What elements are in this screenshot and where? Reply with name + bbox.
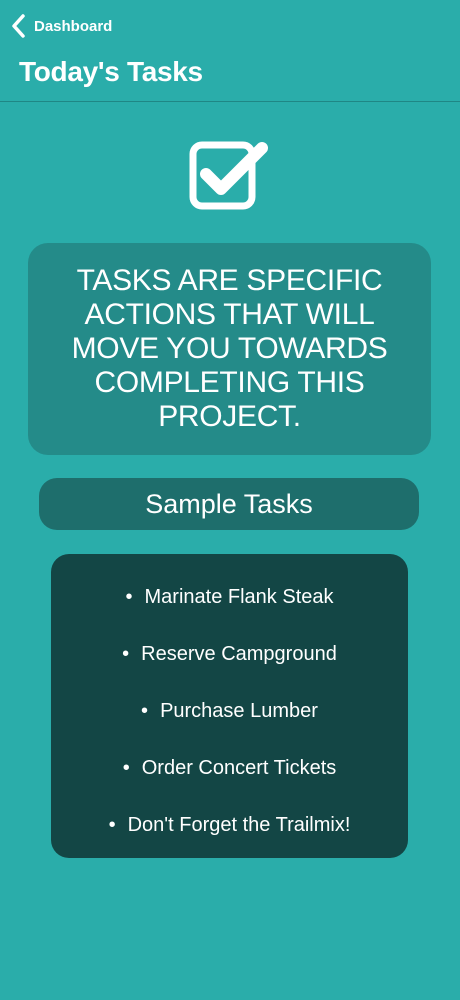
task-label: Don't Forget the Trailmix!	[127, 814, 351, 836]
page-title: Today's Tasks	[19, 56, 203, 87]
info-card: TASKS ARE SPECIFIC ACTIONS THAT WILL MOV…	[28, 243, 431, 455]
bullet-icon: •	[125, 586, 133, 608]
task-label: Order Concert Tickets	[141, 757, 337, 779]
sample-task-list-card: • Marinate Flank Steak • Reserve Campgro…	[51, 554, 408, 858]
task-list-item: • Marinate Flank Steak	[51, 583, 408, 640]
bullet-icon: •	[141, 700, 149, 722]
sample-task-list: • Marinate Flank Steak • Reserve Campgro…	[51, 583, 408, 868]
back-button[interactable]: Dashboard	[10, 12, 112, 40]
task-label: Purchase Lumber	[160, 700, 318, 722]
bullet-icon: •	[122, 757, 130, 779]
bullet-icon: •	[122, 643, 130, 665]
task-list-item: • Don't Forget the Trailmix!	[51, 811, 408, 868]
task-list-item: • Reserve Campground	[51, 640, 408, 697]
chevron-left-icon	[10, 13, 28, 39]
checkbox-checked-icon	[188, 140, 272, 212]
task-label: Marinate Flank Steak	[144, 586, 334, 608]
task-label: Reserve Campground	[141, 643, 337, 665]
navigation-bar: Dashboard Today's Tasks	[0, 0, 460, 102]
bullet-icon: •	[108, 814, 116, 836]
info-card-text: TASKS ARE SPECIFIC ACTIONS THAT WILL MOV…	[71, 264, 388, 433]
sample-tasks-header: Sample Tasks	[39, 478, 419, 530]
sample-tasks-header-label: Sample Tasks	[145, 488, 313, 519]
task-list-item: • Purchase Lumber	[51, 697, 408, 754]
task-list-item: • Order Concert Tickets	[51, 754, 408, 811]
back-button-label: Dashboard	[34, 17, 113, 35]
